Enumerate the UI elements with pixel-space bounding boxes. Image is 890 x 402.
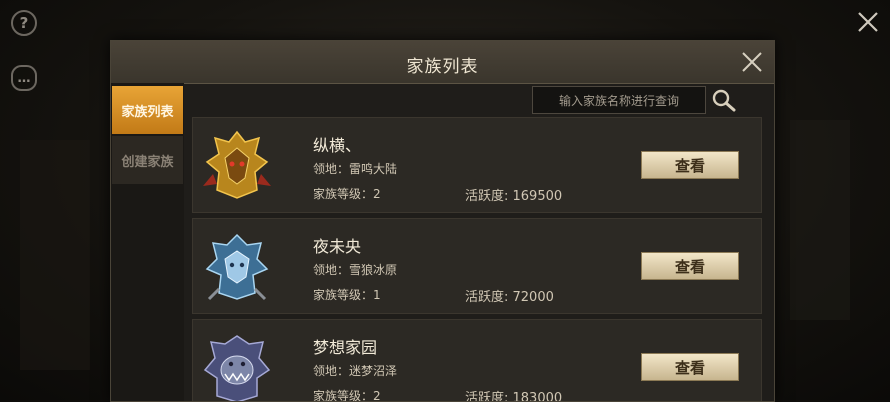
ice-wolf-emblem-icon — [205, 233, 269, 301]
family-search-input[interactable]: 输入家族名称进行查询 — [532, 86, 706, 114]
family-territory: 领地：雷鸣大陆 — [313, 162, 398, 176]
family-name: 梦想家园 — [313, 338, 378, 357]
family-list-dialog: 家族列表 家族列表 创建家族 输入家族名称进行查询 纵横、 领地：雷鸣大陆 家族… — [110, 40, 775, 402]
help-icon[interactable]: ? — [11, 10, 37, 36]
dialog-close-icon[interactable] — [740, 50, 764, 74]
view-button[interactable]: 查看 — [641, 353, 739, 381]
family-activity: 活跃度: 169500 — [465, 189, 563, 204]
family-row: 梦想家园 领地：迷梦沼泽 家族等级：2 活跃度: 183000 查看 — [192, 319, 762, 401]
family-row: 夜未央 领地：雪狼冰原 家族等级：1 活跃度: 72000 查看 — [192, 218, 762, 314]
family-row: 纵横、 领地：雷鸣大陆 家族等级：2 活跃度: 169500 查看 — [192, 117, 762, 213]
family-level: 家族等级：2 — [313, 187, 381, 201]
family-territory: 领地：雪狼冰原 — [313, 263, 398, 277]
view-button[interactable]: 查看 — [641, 252, 739, 280]
family-level: 家族等级：1 — [313, 288, 381, 302]
swamp-monster-emblem-icon — [203, 335, 271, 401]
close-icon[interactable] — [856, 10, 880, 34]
family-activity: 活跃度: 72000 — [465, 290, 554, 305]
family-territory: 领地：迷梦沼泽 — [313, 364, 398, 378]
view-button[interactable]: 查看 — [641, 151, 739, 179]
family-name: 夜未央 — [313, 237, 362, 256]
dialog-header: 家族列表 — [111, 41, 774, 84]
side-tabs: 家族列表 创建家族 — [111, 83, 184, 401]
dialog-title: 家族列表 — [406, 57, 479, 77]
search-icon[interactable] — [711, 88, 737, 112]
family-name: 纵横、 — [313, 136, 362, 155]
tab-family-list[interactable]: 家族列表 — [112, 86, 183, 134]
gold-dragon-emblem-icon — [203, 130, 271, 199]
tab-create-family[interactable]: 创建家族 — [112, 136, 183, 184]
chat-icon[interactable]: … — [11, 65, 37, 91]
